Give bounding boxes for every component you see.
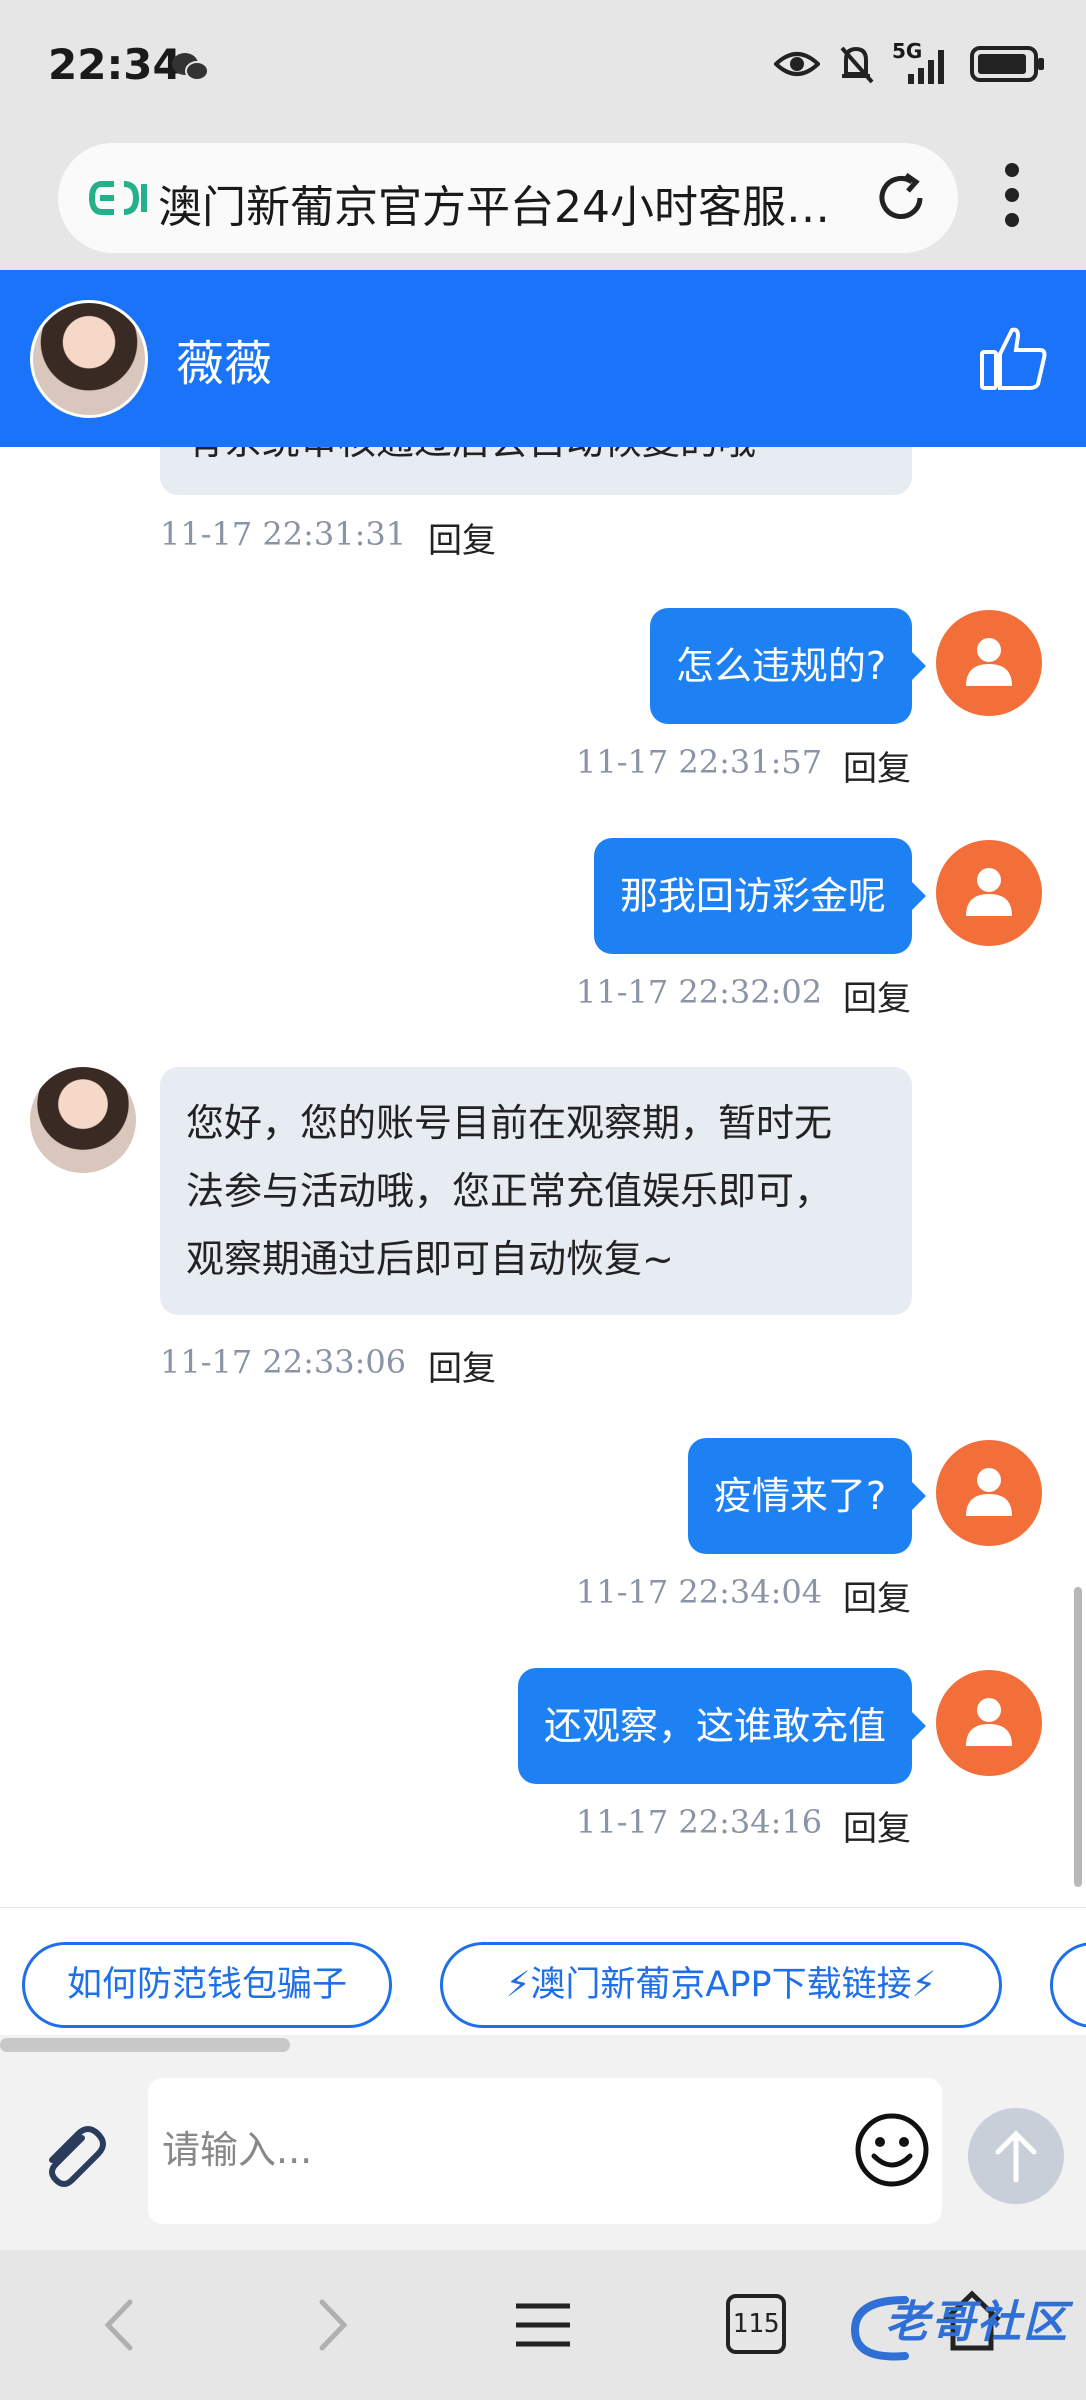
status-bar: 22:34 5G xyxy=(0,0,1086,135)
signal-icon: 5G xyxy=(892,41,952,86)
wechat-icon xyxy=(172,53,209,81)
menu-icon[interactable] xyxy=(508,2290,578,2360)
user-icon xyxy=(966,1468,1012,1516)
agent-name: 薇薇 xyxy=(176,336,273,392)
message-text: 怎么违规的? xyxy=(675,644,886,688)
forward-icon[interactable] xyxy=(296,2290,366,2360)
user-icon xyxy=(966,638,1012,686)
emoji-icon[interactable] xyxy=(852,2110,932,2190)
message-text-line: 观察期通过后即可自动恢复~ xyxy=(186,1237,674,1281)
send-button[interactable] xyxy=(968,2108,1064,2204)
watermark-logo: 老哥社区 xyxy=(845,2286,1075,2366)
reload-icon[interactable] xyxy=(872,169,930,227)
quick-reply-chip[interactable] xyxy=(1050,1942,1086,2028)
message-time: 11-17 22:34:16 xyxy=(576,1803,823,1841)
vertical-scrollbar[interactable] xyxy=(1074,1587,1082,1887)
paperclip-icon[interactable] xyxy=(36,2120,108,2192)
message-text-line: 法参与活动哦，您正常充值娱乐即可， xyxy=(186,1169,833,1213)
reply-link[interactable]: 回复 xyxy=(428,513,496,562)
quick-reply-chip[interactable]: 如何防范钱包骗子 xyxy=(22,1942,392,2028)
message-text: 有系统审核通过后会自动恢复的哦 xyxy=(186,447,756,463)
status-icons: 5G xyxy=(774,41,1046,86)
message-time: 11-17 22:33:06 xyxy=(160,1343,407,1381)
message-time: 11-17 22:32:02 xyxy=(576,973,823,1011)
quick-replies: 如何防范钱包骗子 ⚡澳门新葡京APP下载链接⚡ xyxy=(0,1907,1086,2035)
user-avatar xyxy=(936,610,1042,716)
agent-message-bubble: 有系统审核通过后会自动恢复的哦 xyxy=(160,447,912,495)
user-icon xyxy=(966,868,1012,916)
thumbs-up-icon[interactable] xyxy=(978,322,1050,394)
bell-muted-icon xyxy=(840,46,874,84)
message-input[interactable] xyxy=(162,2114,822,2186)
reply-link[interactable]: 回复 xyxy=(428,1341,496,1390)
message-list[interactable]: 有系统审核通过后会自动恢复的哦 11-17 22:31:31 回复 怎么违规的?… xyxy=(0,447,1086,1907)
eye-icon xyxy=(774,52,820,76)
user-avatar xyxy=(936,840,1042,946)
user-message-bubble: 怎么违规的? xyxy=(649,608,927,724)
agent-message-bubble: 您好，您的账号目前在观察期，暂时无 法参与活动哦，您正常充值娱乐即可， 观察期通… xyxy=(160,1067,912,1315)
back-icon[interactable] xyxy=(86,2290,156,2360)
battery-icon xyxy=(970,46,1044,82)
message-input-box xyxy=(148,2078,942,2224)
message-text: 那我回访彩金呢 xyxy=(619,874,886,918)
message-time: 11-17 22:31:31 xyxy=(160,515,407,553)
reply-link[interactable]: 回复 xyxy=(843,1801,911,1850)
more-menu-icon[interactable] xyxy=(1000,160,1024,230)
message-text: 还观察，这谁敢充值 xyxy=(543,1704,886,1748)
watermark-text: 老哥社区 xyxy=(885,2297,1069,2348)
user-icon xyxy=(966,1698,1012,1746)
user-message-bubble: 疫情来了? xyxy=(687,1438,927,1554)
site-security-icon xyxy=(88,181,147,215)
message-text-line: 您好，您的账号目前在观察期，暂时无 xyxy=(186,1101,833,1145)
chat-header: 薇薇 xyxy=(0,270,1086,447)
reply-link[interactable]: 回复 xyxy=(843,741,911,790)
user-avatar xyxy=(936,1440,1042,1546)
arrow-up-icon xyxy=(995,2130,1037,2183)
quick-reply-chip[interactable]: ⚡澳门新葡京APP下载链接⚡ xyxy=(440,1942,1002,2028)
user-avatar xyxy=(936,1670,1042,1776)
browser-address-bar: 澳门新葡京官方平台24小时客服中... xyxy=(0,135,1086,270)
message-time: 11-17 22:31:57 xyxy=(576,743,823,781)
agent-avatar xyxy=(30,300,148,418)
agent-avatar xyxy=(30,1067,136,1173)
clock: 22:34 xyxy=(48,40,182,89)
user-message-bubble: 还观察，这谁敢充值 xyxy=(517,1668,927,1784)
tabs-button[interactable]: 115 xyxy=(726,2294,786,2354)
message-text: 疫情来了? xyxy=(713,1474,886,1518)
reply-link[interactable]: 回复 xyxy=(843,971,911,1020)
url-field[interactable]: 澳门新葡京官方平台24小时客服中... xyxy=(58,143,958,253)
browser-nav-bar: 115 老哥社区 xyxy=(0,2250,1086,2400)
user-message-bubble: 那我回访彩金呢 xyxy=(593,838,927,954)
page-title: 澳门新葡京官方平台24小时客服中... xyxy=(158,182,858,233)
message-composer xyxy=(0,2052,1086,2250)
message-time: 11-17 22:34:04 xyxy=(576,1573,823,1611)
reply-link[interactable]: 回复 xyxy=(843,1571,911,1620)
horizontal-scrollbar[interactable] xyxy=(0,2038,290,2052)
